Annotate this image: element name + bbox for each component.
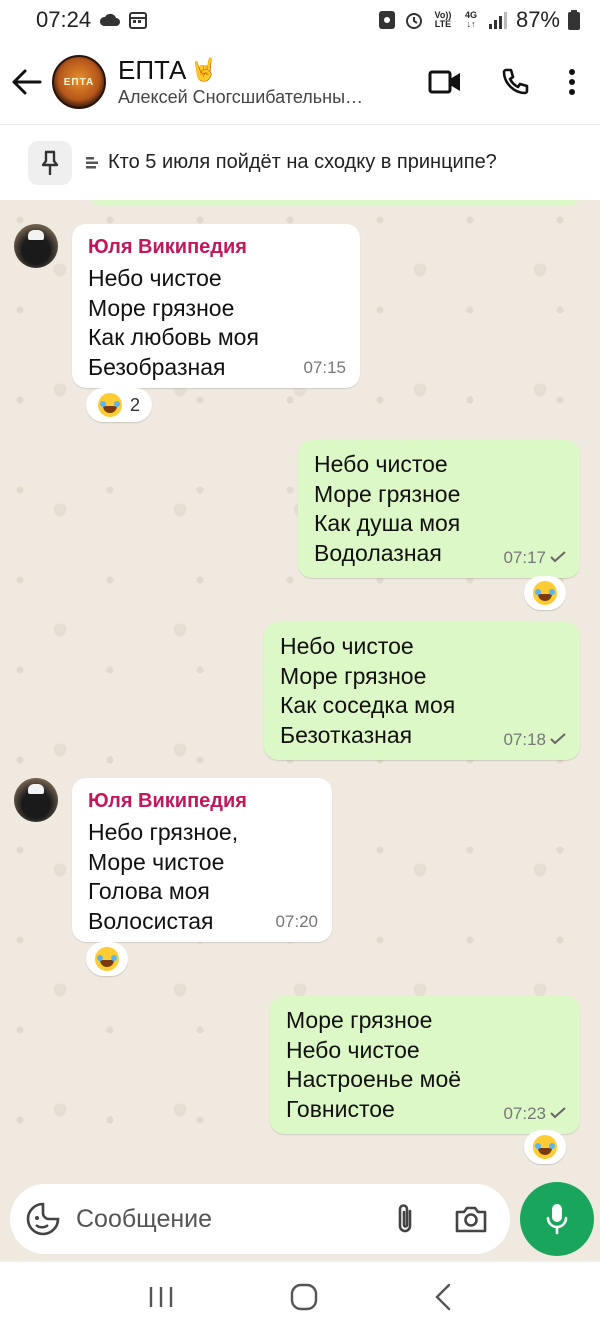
message-time: 07:20	[275, 911, 318, 931]
battery-percent: 87%	[515, 7, 560, 32]
tears-of-joy-emoji	[95, 947, 119, 971]
chat-header: ЕПТА ЕПТА 🤘 Алексей Сногсшибательны…	[0, 40, 600, 124]
pin-icon	[28, 140, 72, 185]
signal-icon	[488, 11, 508, 29]
nfc-icon	[378, 10, 396, 30]
message-bubble-outgoing[interactable]: Небо чистое Море грязное Как душа моя Во…	[298, 440, 580, 578]
sent-check-icon	[550, 733, 566, 745]
pinned-message-text: Кто 5 июля пойдёт на сходку в принципе?	[108, 151, 497, 173]
attach-icon[interactable]	[394, 1202, 416, 1236]
rock-hand-emoji: 🤘	[190, 57, 218, 82]
pinned-message-bar[interactable]: Кто 5 июля пойдёт на сходку в принципе?	[0, 124, 600, 200]
message-time: 07:18	[503, 725, 566, 755]
sent-check-icon	[550, 551, 566, 563]
back-button[interactable]	[2, 40, 52, 124]
more-vert-icon	[569, 69, 575, 95]
message-bubble-incoming[interactable]: Юля Википедия Небо чистое Море грязное К…	[72, 224, 360, 388]
recent-apps-icon	[149, 1287, 173, 1307]
video-call-icon	[428, 70, 460, 94]
home-icon	[290, 1283, 318, 1311]
mic-icon	[546, 1204, 568, 1235]
reaction-badge[interactable]	[524, 1130, 566, 1164]
cloud-icon	[99, 13, 121, 27]
phone-icon	[502, 68, 529, 95]
message-input-bar: Сообщение	[0, 1180, 600, 1260]
reaction-badge[interactable]: 2	[86, 388, 152, 422]
video-call-button[interactable]	[428, 69, 462, 95]
message-input[interactable]: Сообщение	[10, 1184, 510, 1254]
sent-check-icon	[550, 1107, 566, 1119]
chat-participants: Алексей Сногсшибательны…	[118, 87, 364, 107]
voice-record-button[interactable]	[520, 1182, 594, 1256]
nav-back-icon	[435, 1283, 451, 1311]
message-bubble-outgoing[interactable]: Море грязное Небо чистое Настроенье моё …	[270, 996, 580, 1134]
back-arrow-icon	[12, 69, 42, 95]
sender-name: Юля Википедия	[88, 790, 247, 812]
reaction-badge[interactable]	[524, 576, 566, 610]
message-time: 07:17	[503, 543, 566, 573]
recent-apps-button[interactable]	[148, 1285, 174, 1314]
battery-icon	[568, 10, 580, 30]
tears-of-joy-emoji	[97, 393, 122, 417]
message-placeholder: Сообщение	[76, 1204, 213, 1233]
nav-back-button[interactable]	[434, 1283, 452, 1316]
message-time: 07:23	[503, 1099, 566, 1129]
status-bar: 07:24 Vo)) LTE 4G ↓↑ 87%	[0, 0, 600, 40]
volte-indicator: Vo)) LTE	[434, 10, 452, 29]
chat-messages-area[interactable]: Юля Википедия Небо чистое Море грязное К…	[0, 200, 600, 1200]
home-button[interactable]	[290, 1283, 318, 1316]
poll-icon	[86, 156, 98, 168]
reaction-badge[interactable]	[86, 942, 128, 976]
sender-avatar[interactable]	[14, 778, 58, 822]
status-time: 07:24	[36, 7, 92, 32]
tears-of-joy-emoji	[533, 581, 557, 605]
voice-call-button[interactable]	[500, 67, 530, 97]
camera-icon[interactable]	[454, 1204, 488, 1234]
message-bubble-incoming[interactable]: Юля Википедия Небо грязное, Море чистое …	[72, 778, 332, 942]
reaction-count: 2	[129, 394, 140, 415]
calendar-icon	[129, 11, 148, 29]
alarm-icon	[404, 10, 424, 30]
chat-title: ЕПТА 🤘	[118, 55, 393, 85]
sticker-icon[interactable]	[26, 1202, 60, 1236]
chat-title-text: ЕПТА	[118, 55, 187, 85]
avatar-logo-text: ЕПТА	[63, 76, 95, 88]
sender-name: Юля Википедия	[88, 236, 247, 258]
more-options-button[interactable]	[568, 69, 576, 95]
previous-message-bubble	[90, 200, 580, 206]
network-type: 4G ↓↑	[464, 10, 477, 29]
message-bubble-outgoing[interactable]: Небо чистое Море грязное Как соседка моя…	[264, 622, 580, 760]
sender-avatar[interactable]	[14, 224, 58, 268]
group-avatar[interactable]: ЕПТА	[52, 55, 106, 109]
message-time: 07:15	[303, 357, 346, 377]
chat-title-block[interactable]: ЕПТА 🤘 Алексей Сногсшибательны…	[118, 55, 393, 109]
system-navigation-bar	[0, 1262, 600, 1337]
tears-of-joy-emoji	[533, 1135, 557, 1159]
